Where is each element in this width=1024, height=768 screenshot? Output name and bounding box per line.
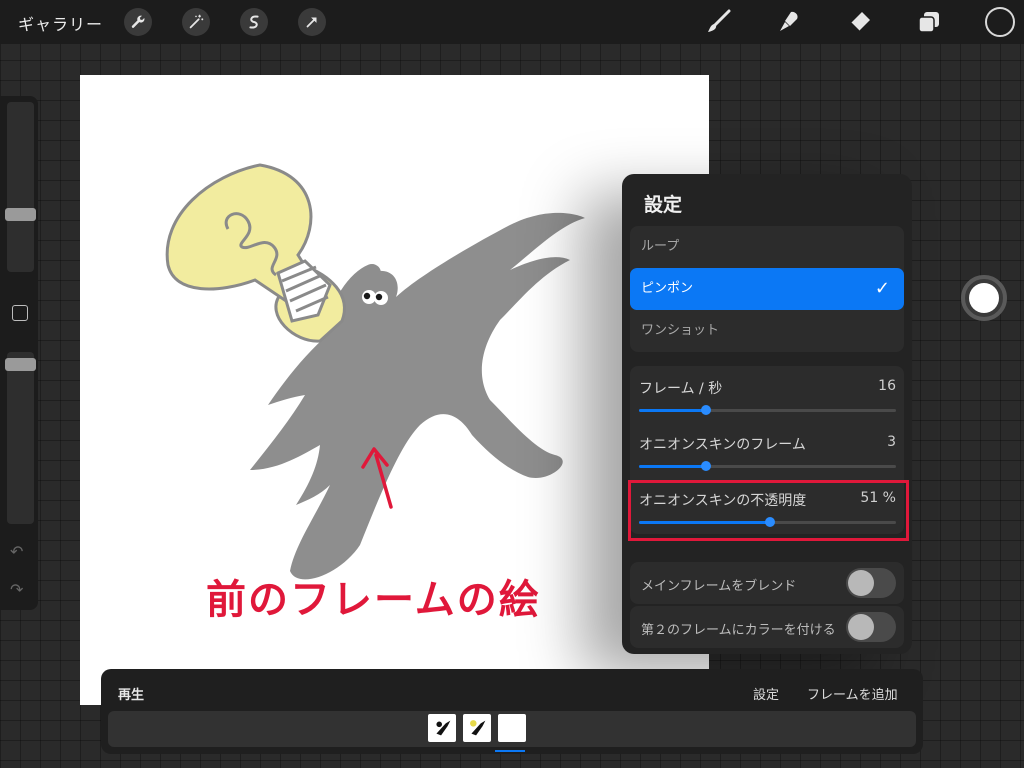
fps-slider[interactable]: [639, 405, 896, 415]
blend-main-frame-row: メインフレームをブレンド: [630, 562, 904, 604]
selected-frame-indicator: [495, 750, 525, 752]
frame-thumbnail[interactable]: [498, 714, 526, 742]
opacity-thumb[interactable]: [5, 358, 36, 371]
play-mode-pingpong[interactable]: ピンポン ✓: [630, 268, 904, 310]
eraser-icon[interactable]: [843, 6, 875, 38]
redo-icon[interactable]: ↷: [10, 580, 23, 599]
add-frame-button[interactable]: フレームを追加: [807, 684, 898, 703]
checkmark-icon: ✓: [874, 278, 890, 299]
onion-frames-slider[interactable]: [639, 461, 896, 471]
toggle-label: 第２のフレームにカラーを付ける: [641, 623, 836, 638]
wrench-icon[interactable]: [124, 8, 152, 36]
gallery-button[interactable]: ギャラリー: [18, 11, 103, 35]
smudge-icon[interactable]: [773, 6, 805, 38]
selection-icon[interactable]: [240, 8, 268, 36]
settings-button[interactable]: 設定: [753, 684, 779, 703]
slider-knob[interactable]: [700, 461, 711, 471]
slider-label: フレーム / 秒: [639, 381, 723, 397]
annotation-caption: 前のフレームの絵: [206, 577, 541, 623]
color-swatch[interactable]: [985, 7, 1015, 37]
onion-opacity-slider-row: オニオンスキンの不透明度 51 %: [630, 478, 904, 534]
transform-arrow-icon[interactable]: [298, 8, 326, 36]
play-mode-group: ループ ピンポン ✓ ワンショット: [630, 226, 904, 352]
left-sidebar: ↶ ↷: [0, 96, 38, 610]
slider-label: オニオンスキンのフレーム: [639, 437, 806, 453]
frame-thumbnail[interactable]: [428, 714, 456, 742]
slider-value: 51 %: [860, 490, 896, 506]
quick-shape-button[interactable]: [961, 275, 1007, 321]
modify-button[interactable]: [12, 305, 28, 321]
slider-knob[interactable]: [700, 405, 711, 415]
slider-value: 3: [887, 434, 896, 450]
brush-size-thumb[interactable]: [5, 208, 36, 221]
play-button[interactable]: 再生: [118, 684, 144, 703]
slider-label: オニオンスキンの不透明度: [639, 493, 807, 509]
color-secondary-frames-row: 第２のフレームにカラーを付ける: [630, 606, 904, 648]
play-mode-oneshot[interactable]: ワンショット: [630, 310, 904, 352]
sliders-group: フレーム / 秒 16 オニオンスキンのフレーム 3 オニオンスキンの不透明度 …: [630, 366, 904, 534]
slider-value: 16: [878, 378, 896, 394]
blend-main-frame-toggle[interactable]: [846, 568, 896, 598]
undo-icon[interactable]: ↶: [10, 542, 23, 561]
popover-title: 設定: [644, 194, 683, 216]
play-mode-label: ワンショット: [641, 323, 720, 338]
drawing-canvas[interactable]: 前のフレームの絵: [80, 75, 709, 705]
brush-icon[interactable]: [703, 6, 735, 38]
brush-size-slider[interactable]: [7, 102, 34, 272]
play-mode-label: ピンポン: [641, 281, 694, 296]
lightbulb-drawing: [165, 163, 346, 343]
fps-slider-row: フレーム / 秒 16: [630, 366, 904, 422]
onion-frames-slider-row: オニオンスキンのフレーム 3: [630, 422, 904, 478]
frame-timeline: [108, 711, 916, 747]
opacity-slider[interactable]: [7, 352, 34, 524]
frame-thumbnail[interactable]: [463, 714, 491, 742]
animation-settings-popover: 設定 ループ ピンポン ✓ ワンショット フレーム / 秒 16 オニオンスキン…: [622, 174, 912, 654]
play-mode-loop[interactable]: ループ: [630, 226, 904, 268]
layers-icon[interactable]: [913, 6, 945, 38]
toggle-label: メインフレームをブレンド: [641, 579, 797, 594]
color-secondary-frames-toggle[interactable]: [846, 612, 896, 642]
magic-wand-icon[interactable]: [182, 8, 210, 36]
play-mode-label: ループ: [641, 239, 680, 254]
slider-knob[interactable]: [765, 517, 776, 527]
onion-opacity-slider[interactable]: [639, 517, 896, 527]
animation-assist-bar: 再生 設定 フレームを追加: [101, 669, 923, 754]
toggles-group: メインフレームをブレンド 第２のフレームにカラーを付ける: [630, 562, 904, 648]
top-toolbar: ギャラリー: [0, 0, 1024, 44]
